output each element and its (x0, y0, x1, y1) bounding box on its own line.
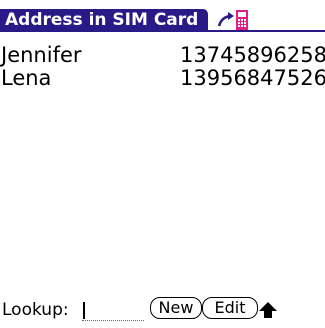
contact-row[interactable]: Jennifer 13745896258 (0, 44, 325, 67)
contact-name: Jennifer (1, 43, 82, 67)
contact-row[interactable]: Lena 13956847526 (0, 67, 325, 90)
app-title[interactable]: Address in SIM Card (0, 9, 208, 32)
edit-button[interactable]: Edit (202, 297, 258, 319)
contact-list: Jennifer 13745896258 Lena 13956847526 (0, 44, 325, 90)
lookup-input[interactable] (82, 300, 144, 321)
text-cursor (83, 302, 85, 319)
contact-name: Lena (1, 66, 52, 90)
lookup-label: Lookup: (2, 300, 69, 320)
phone-transfer-icon[interactable] (216, 8, 256, 32)
bottom-bar: Lookup: New Edit (0, 296, 325, 322)
new-button[interactable]: New (150, 297, 202, 319)
contact-number: 13745896258 (180, 43, 325, 67)
title-underline (0, 30, 325, 32)
contact-number: 13956847526 (180, 66, 325, 90)
shift-up-arrow-icon[interactable] (258, 301, 278, 319)
title-bar: Address in SIM Card (0, 0, 325, 40)
